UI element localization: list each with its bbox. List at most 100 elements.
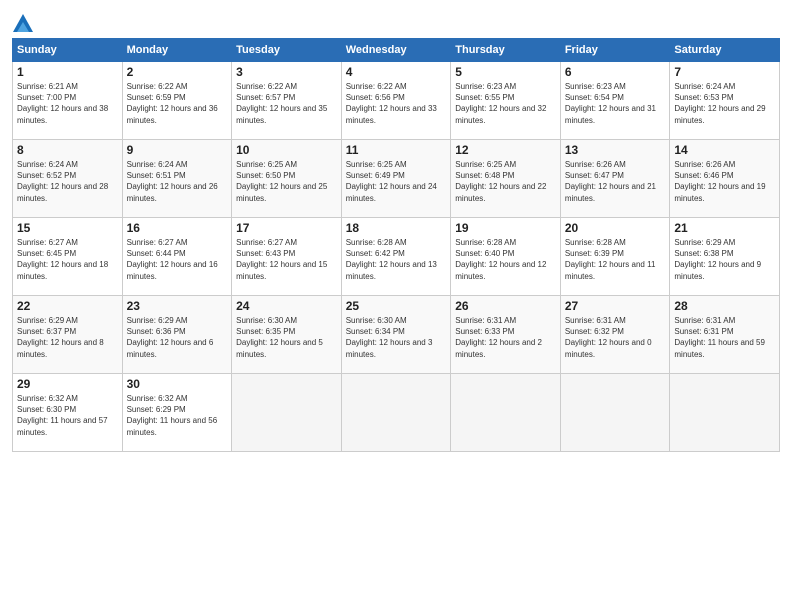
table-row: 18Sunrise: 6:28 AM Sunset: 6:42 PM Dayli… (341, 218, 451, 296)
table-row: 3Sunrise: 6:22 AM Sunset: 6:57 PM Daylig… (232, 62, 342, 140)
day-info: Sunrise: 6:29 AM Sunset: 6:38 PM Dayligh… (674, 237, 775, 282)
day-info: Sunrise: 6:31 AM Sunset: 6:32 PM Dayligh… (565, 315, 666, 360)
table-row: 26Sunrise: 6:31 AM Sunset: 6:33 PM Dayli… (451, 296, 561, 374)
page-container: Sunday Monday Tuesday Wednesday Thursday… (0, 0, 792, 460)
day-info: Sunrise: 6:24 AM Sunset: 6:53 PM Dayligh… (674, 81, 775, 126)
table-row: 2Sunrise: 6:22 AM Sunset: 6:59 PM Daylig… (122, 62, 232, 140)
table-row: 14 Sunrise: 6:26 AM Sunset: 6:46 PM Dayli… (670, 140, 780, 218)
col-wednesday: Wednesday (341, 39, 451, 62)
table-row: 28 Sunrise: 6:31 AM Sunset: 6:31 PM Dayli… (670, 296, 780, 374)
table-row: 30 Sunrise: 6:32 AM Sunset: 6:29 PM Dayli… (122, 374, 232, 452)
day-number: 28 (674, 299, 775, 313)
day-number: 26 (455, 299, 556, 313)
day-number: 21 (674, 221, 775, 235)
table-row: 7 Sunrise: 6:24 AM Sunset: 6:53 PM Daylig… (670, 62, 780, 140)
day-number: 8 (17, 143, 118, 157)
table-row (451, 374, 561, 452)
table-row: 16 Sunrise: 6:27 AM Sunset: 6:44 PM Dayli… (122, 218, 232, 296)
day-info: Sunrise: 6:32 AM Sunset: 6:29 PM Dayligh… (127, 393, 228, 438)
calendar-week-4: 22 Sunrise: 6:29 AM Sunset: 6:37 PM Dayli… (13, 296, 780, 374)
day-number: 14 (674, 143, 775, 157)
col-sunday: Sunday (13, 39, 123, 62)
table-row: 25Sunrise: 6:30 AM Sunset: 6:34 PM Dayli… (341, 296, 451, 374)
table-row (670, 374, 780, 452)
day-info: Sunrise: 6:30 AM Sunset: 6:35 PM Dayligh… (236, 315, 337, 360)
day-info: Sunrise: 6:25 AM Sunset: 6:49 PM Dayligh… (346, 159, 447, 204)
day-number: 13 (565, 143, 666, 157)
calendar-week-2: 8 Sunrise: 6:24 AM Sunset: 6:52 PM Daylig… (13, 140, 780, 218)
day-number: 17 (236, 221, 337, 235)
table-row: 13 Sunrise: 6:26 AM Sunset: 6:47 PM Dayli… (560, 140, 670, 218)
day-info: Sunrise: 6:21 AM Sunset: 7:00 PM Dayligh… (17, 81, 118, 126)
day-number: 4 (346, 65, 447, 79)
table-row: 8 Sunrise: 6:24 AM Sunset: 6:52 PM Daylig… (13, 140, 123, 218)
table-row: 15 Sunrise: 6:27 AM Sunset: 6:45 PM Dayli… (13, 218, 123, 296)
table-row: 27 Sunrise: 6:31 AM Sunset: 6:32 PM Dayli… (560, 296, 670, 374)
table-row (341, 374, 451, 452)
day-number: 15 (17, 221, 118, 235)
table-row: 11 Sunrise: 6:25 AM Sunset: 6:49 PM Dayli… (341, 140, 451, 218)
day-number: 7 (674, 65, 775, 79)
table-row: 23 Sunrise: 6:29 AM Sunset: 6:36 PM Dayli… (122, 296, 232, 374)
table-row (560, 374, 670, 452)
day-number: 9 (127, 143, 228, 157)
day-info: Sunrise: 6:31 AM Sunset: 6:31 PM Dayligh… (674, 315, 775, 360)
table-row: 24 Sunrise: 6:30 AM Sunset: 6:35 PM Dayli… (232, 296, 342, 374)
day-number: 5 (455, 65, 556, 79)
table-row: 29Sunrise: 6:32 AM Sunset: 6:30 PM Dayli… (13, 374, 123, 452)
logo-icon (13, 14, 33, 32)
day-number: 30 (127, 377, 228, 391)
day-info: Sunrise: 6:26 AM Sunset: 6:46 PM Dayligh… (674, 159, 775, 204)
header-row: Sunday Monday Tuesday Wednesday Thursday… (13, 39, 780, 62)
day-number: 24 (236, 299, 337, 313)
day-info: Sunrise: 6:24 AM Sunset: 6:52 PM Dayligh… (17, 159, 118, 204)
day-info: Sunrise: 6:28 AM Sunset: 6:40 PM Dayligh… (455, 237, 556, 282)
day-number: 22 (17, 299, 118, 313)
day-number: 29 (17, 377, 118, 391)
col-saturday: Saturday (670, 39, 780, 62)
table-row: 22 Sunrise: 6:29 AM Sunset: 6:37 PM Dayli… (13, 296, 123, 374)
table-row: 12 Sunrise: 6:25 AM Sunset: 6:48 PM Dayli… (451, 140, 561, 218)
day-info: Sunrise: 6:23 AM Sunset: 6:54 PM Dayligh… (565, 81, 666, 126)
day-number: 20 (565, 221, 666, 235)
day-number: 16 (127, 221, 228, 235)
day-number: 19 (455, 221, 556, 235)
table-row: 19 Sunrise: 6:28 AM Sunset: 6:40 PM Dayli… (451, 218, 561, 296)
col-tuesday: Tuesday (232, 39, 342, 62)
day-info: Sunrise: 6:26 AM Sunset: 6:47 PM Dayligh… (565, 159, 666, 204)
day-info: Sunrise: 6:27 AM Sunset: 6:44 PM Dayligh… (127, 237, 228, 282)
day-number: 27 (565, 299, 666, 313)
header (12, 10, 780, 30)
day-info: Sunrise: 6:25 AM Sunset: 6:50 PM Dayligh… (236, 159, 337, 204)
day-number: 12 (455, 143, 556, 157)
table-row: 5 Sunrise: 6:23 AM Sunset: 6:55 PM Daylig… (451, 62, 561, 140)
day-info: Sunrise: 6:23 AM Sunset: 6:55 PM Dayligh… (455, 81, 556, 126)
table-row: 9 Sunrise: 6:24 AM Sunset: 6:51 PM Daylig… (122, 140, 232, 218)
day-info: Sunrise: 6:29 AM Sunset: 6:37 PM Dayligh… (17, 315, 118, 360)
col-monday: Monday (122, 39, 232, 62)
calendar-week-3: 15 Sunrise: 6:27 AM Sunset: 6:45 PM Dayli… (13, 218, 780, 296)
logo (12, 14, 34, 30)
day-info: Sunrise: 6:24 AM Sunset: 6:51 PM Dayligh… (127, 159, 228, 204)
day-info: Sunrise: 6:28 AM Sunset: 6:39 PM Dayligh… (565, 237, 666, 282)
day-info: Sunrise: 6:28 AM Sunset: 6:42 PM Dayligh… (346, 237, 447, 282)
day-info: Sunrise: 6:27 AM Sunset: 6:45 PM Dayligh… (17, 237, 118, 282)
table-row: 1Sunrise: 6:21 AM Sunset: 7:00 PM Daylig… (13, 62, 123, 140)
col-friday: Friday (560, 39, 670, 62)
day-info: Sunrise: 6:22 AM Sunset: 6:56 PM Dayligh… (346, 81, 447, 126)
day-number: 23 (127, 299, 228, 313)
table-row (232, 374, 342, 452)
day-number: 11 (346, 143, 447, 157)
day-number: 3 (236, 65, 337, 79)
day-info: Sunrise: 6:27 AM Sunset: 6:43 PM Dayligh… (236, 237, 337, 282)
day-number: 25 (346, 299, 447, 313)
day-number: 2 (127, 65, 228, 79)
day-number: 10 (236, 143, 337, 157)
day-info: Sunrise: 6:29 AM Sunset: 6:36 PM Dayligh… (127, 315, 228, 360)
table-row: 21 Sunrise: 6:29 AM Sunset: 6:38 PM Dayli… (670, 218, 780, 296)
calendar-table: Sunday Monday Tuesday Wednesday Thursday… (12, 38, 780, 452)
calendar-week-5: 29Sunrise: 6:32 AM Sunset: 6:30 PM Dayli… (13, 374, 780, 452)
day-info: Sunrise: 6:25 AM Sunset: 6:48 PM Dayligh… (455, 159, 556, 204)
table-row: 4 Sunrise: 6:22 AM Sunset: 6:56 PM Daylig… (341, 62, 451, 140)
calendar-week-1: 1Sunrise: 6:21 AM Sunset: 7:00 PM Daylig… (13, 62, 780, 140)
